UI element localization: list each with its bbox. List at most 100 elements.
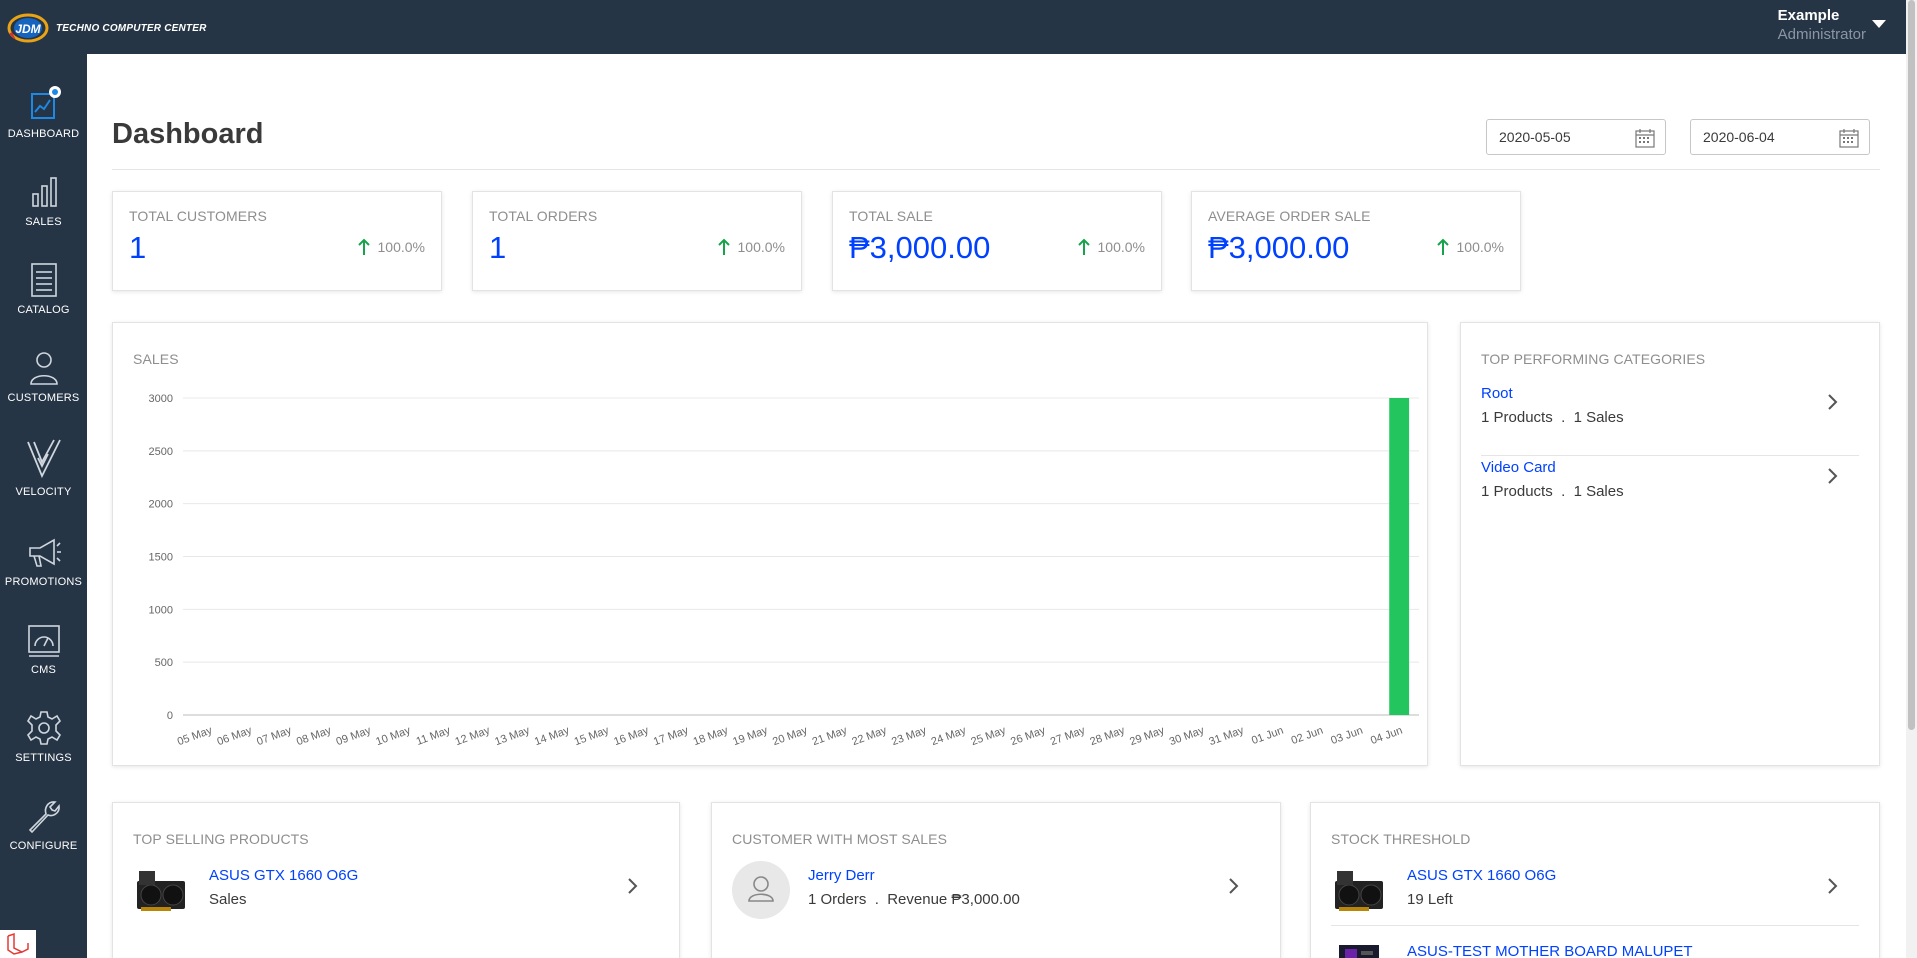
start-date-input[interactable]: 2020-05-05 bbox=[1486, 119, 1666, 155]
stock-left: 19 Left bbox=[1407, 891, 1453, 908]
row-divider bbox=[1331, 925, 1859, 926]
header-divider bbox=[112, 169, 1880, 170]
stat-value: 1 bbox=[489, 230, 507, 265]
end-date-value: 2020-06-04 bbox=[1703, 129, 1775, 145]
stat-title: TOTAL CUSTOMERS bbox=[129, 208, 267, 224]
stat-trend: 100.0% bbox=[1077, 238, 1145, 256]
user-role: Administrator bbox=[1777, 26, 1866, 43]
stat-title: TOTAL ORDERS bbox=[489, 208, 598, 224]
end-date-input[interactable]: 2020-06-04 bbox=[1690, 119, 1870, 155]
product-name[interactable]: ASUS GTX 1660 O6G bbox=[209, 867, 358, 884]
product-sub: Sales bbox=[209, 891, 247, 908]
product-name[interactable]: ASUS GTX 1660 O6G bbox=[1407, 867, 1556, 884]
customer-most-sales-panel: CUSTOMER WITH MOST SALES Jerry Derr 1 Or… bbox=[711, 802, 1281, 958]
stat-value: 1 bbox=[129, 230, 147, 265]
chevron-right-icon[interactable] bbox=[1827, 467, 1839, 485]
sidebar-item-promotions[interactable]: PROMOTIONS bbox=[0, 532, 87, 588]
x-tick-label: 29 May bbox=[1128, 724, 1166, 748]
brand-logo[interactable]: JDM TECHNO COMPUTER CENTER bbox=[6, 8, 207, 48]
chevron-right-icon[interactable] bbox=[1827, 877, 1839, 895]
x-tick-label: 25 May bbox=[969, 724, 1007, 748]
stock-row[interactable]: ASUS GTX 1660 O6G 19 Left bbox=[1331, 853, 1859, 927]
customer-name[interactable]: Jerry Derr bbox=[808, 867, 875, 884]
category-stats: 1 Products . 1 Sales bbox=[1481, 409, 1624, 426]
product-name[interactable]: ASUS-TEST MOTHER BOARD MALUPET bbox=[1407, 943, 1693, 958]
y-tick-label: 2500 bbox=[149, 446, 173, 458]
arrow-up-icon bbox=[357, 238, 370, 255]
stock-row[interactable]: ASUS-TEST MOTHER BOARD MALUPET bbox=[1331, 929, 1859, 958]
sidebar-item-sales[interactable]: SALES bbox=[0, 172, 87, 228]
sidebar-item-label: CATALOG bbox=[17, 304, 70, 316]
sidebar-item-catalog[interactable]: CATALOG bbox=[0, 260, 87, 316]
graphics-card-thumbnail bbox=[137, 871, 185, 911]
megaphone-icon bbox=[28, 538, 61, 567]
separator-dot: . bbox=[1561, 483, 1566, 500]
stat-trend-value: 100.0% bbox=[1456, 239, 1504, 255]
chevron-right-icon[interactable] bbox=[1228, 877, 1240, 895]
stat-trend-value: 100.0% bbox=[1097, 239, 1145, 255]
top-bar: JDM TECHNO COMPUTER CENTER Example Admin… bbox=[0, 0, 1906, 54]
sales-chart-panel: SALES 0 500 1000 1500 2000 2500 3000 05 May 06 M… bbox=[112, 322, 1428, 766]
stat-card-total-sale: TOTAL SALE ₱3,000.00 100.0% bbox=[832, 191, 1162, 291]
sidebar-item-customers[interactable]: CUSTOMERS bbox=[0, 348, 87, 404]
sidebar-item-cms[interactable]: CMS bbox=[0, 620, 87, 676]
gear-icon bbox=[26, 711, 61, 745]
sidebar-item-configure[interactable]: CONFIGURE bbox=[0, 796, 87, 852]
dashboard-icon bbox=[30, 86, 61, 119]
stat-card-total-orders: TOTAL ORDERS 1 100.0% bbox=[472, 191, 802, 291]
calendar-icon[interactable] bbox=[1635, 128, 1655, 148]
category-row-video-card[interactable]: Video Card 1 Products . 1 Sales bbox=[1481, 455, 1859, 529]
y-tick-label: 2000 bbox=[149, 499, 173, 511]
customer-person-icon bbox=[29, 352, 58, 385]
graphics-card-thumbnail bbox=[1335, 871, 1383, 911]
sales-chart: 0 500 1000 1500 2000 2500 3000 05 May 06 May 07 M… bbox=[149, 393, 1419, 748]
stat-title: TOTAL SALE bbox=[849, 208, 933, 224]
stat-card-average-order-sale: AVERAGE ORDER SALE ₱3,000.00 100.0% bbox=[1191, 191, 1521, 291]
category-name[interactable]: Video Card bbox=[1481, 459, 1556, 476]
customer-row[interactable]: Jerry Derr 1 Orders . Revenue ₱3,000.00 bbox=[732, 853, 1260, 927]
category-row-root[interactable]: Root 1 Products . 1 Sales bbox=[1481, 381, 1859, 456]
cms-gauge-icon bbox=[27, 625, 60, 657]
sidebar-item-dashboard[interactable]: DASHBOARD bbox=[0, 84, 87, 140]
y-tick-label: 1500 bbox=[149, 552, 173, 564]
x-tick-label: 04 Jun bbox=[1369, 725, 1404, 748]
sidebar-item-label: CMS bbox=[30, 664, 57, 676]
panel-title: STOCK THRESHOLD bbox=[1331, 831, 1471, 847]
product-row[interactable]: ASUS GTX 1660 O6G Sales bbox=[133, 853, 659, 927]
user-name: Example bbox=[1777, 7, 1840, 24]
x-tick-label: 16 May bbox=[612, 724, 650, 748]
chevron-right-icon[interactable] bbox=[1827, 393, 1839, 411]
separator-dot: . bbox=[874, 891, 879, 908]
panel-title: TOP SELLING PRODUCTS bbox=[133, 831, 309, 847]
sidebar-item-label: SALES bbox=[25, 216, 62, 228]
y-tick-label: 3000 bbox=[149, 393, 173, 405]
category-name[interactable]: Root bbox=[1481, 385, 1513, 402]
x-tick-label: 13 May bbox=[493, 724, 531, 748]
calendar-icon[interactable] bbox=[1839, 128, 1859, 148]
x-tick-label: 10 May bbox=[374, 724, 412, 748]
sidebar-item-label: CONFIGURE bbox=[9, 840, 78, 852]
x-tick-label: 24 May bbox=[930, 724, 968, 748]
sidebar-item-label: DASHBOARD bbox=[7, 128, 80, 140]
sidebar-item-settings[interactable]: SETTINGS bbox=[0, 708, 87, 764]
user-menu[interactable]: Example Administrator bbox=[1778, 7, 1866, 43]
x-tick-label: 06 May bbox=[216, 724, 254, 748]
category-stats: 1 Products . 1 Sales bbox=[1481, 483, 1624, 500]
avatar bbox=[732, 861, 790, 919]
sidebar-item-velocity[interactable]: VELOCITY bbox=[0, 436, 87, 498]
arrow-up-icon bbox=[1077, 238, 1090, 255]
stock-threshold-panel: STOCK THRESHOLD ASUS GTX 1660 O6G 19 Lef… bbox=[1310, 802, 1880, 958]
y-tick-label: 500 bbox=[155, 657, 173, 669]
category-products: 1 Products bbox=[1481, 409, 1553, 426]
page-scrollbar-thumb[interactable] bbox=[1908, 0, 1915, 730]
y-tick-label: 1000 bbox=[149, 604, 173, 616]
wrench-icon bbox=[28, 801, 60, 834]
x-tick-label: 31 May bbox=[1207, 724, 1245, 748]
x-tick-label: 15 May bbox=[573, 724, 611, 748]
chevron-down-icon[interactable] bbox=[1872, 20, 1886, 28]
x-tick-label: 11 May bbox=[415, 724, 453, 748]
chevron-right-icon[interactable] bbox=[627, 877, 639, 895]
stat-title: AVERAGE ORDER SALE bbox=[1208, 208, 1371, 224]
x-tick-label: 19 May bbox=[731, 724, 769, 748]
sidebar-item-label: SETTINGS bbox=[15, 752, 72, 764]
